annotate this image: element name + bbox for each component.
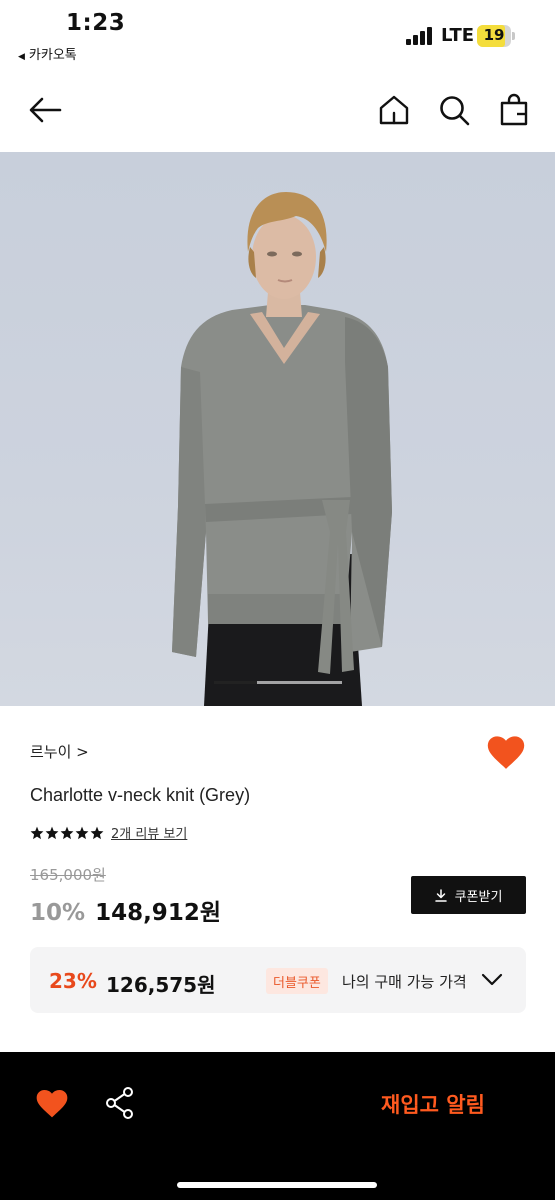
star-icon — [45, 826, 59, 839]
star-rating — [30, 826, 104, 840]
bottom-wishlist-button[interactable] — [36, 1089, 68, 1119]
heart-icon — [36, 1090, 68, 1118]
discount-rate: 10% — [30, 900, 86, 926]
gallery-pagination — [214, 681, 342, 684]
product-name: Charlotte v-neck knit (Grey) — [30, 785, 251, 805]
my-discount-rate: 23% — [49, 969, 97, 993]
battery-icon: 19 — [477, 25, 515, 47]
cellular-signal-icon — [406, 27, 436, 45]
home-indicator[interactable] — [177, 1182, 377, 1188]
brand-link[interactable]: 르누이 > — [30, 741, 89, 762]
network-type: LTE — [441, 25, 475, 46]
gallery-pagination-active — [214, 681, 257, 684]
price-row: 10% 148,912원 — [30, 893, 221, 927]
home-icon — [379, 95, 409, 125]
top-navigation — [0, 80, 555, 140]
search-button[interactable] — [436, 92, 472, 128]
status-bar: 1:23 ◀ 카카오톡 LTE 19 — [0, 0, 555, 70]
star-icon — [75, 826, 89, 839]
search-icon — [440, 96, 470, 126]
home-button[interactable] — [376, 92, 412, 128]
star-icon — [60, 826, 74, 839]
restock-alert-button[interactable]: 재입고 알림 — [381, 1089, 485, 1119]
get-coupon-button[interactable]: 쿠폰받기 — [411, 876, 526, 914]
original-price: 165,000원 — [30, 866, 106, 884]
my-price-panel[interactable]: 23% 126,575원 더블쿠폰 나의 구매 가능 가격 — [30, 947, 526, 1013]
download-icon — [434, 888, 447, 902]
cart-button[interactable] — [496, 92, 532, 128]
back-arrow-icon — [29, 97, 62, 123]
back-triangle-icon: ◀ — [18, 52, 25, 62]
back-to-app-link[interactable]: ◀ 카카오톡 — [18, 44, 77, 63]
review-link[interactable]: 2개 리뷰 보기 — [111, 823, 187, 842]
back-app-label: 카카오톡 — [28, 48, 77, 63]
my-price: 126,575원 — [106, 973, 216, 997]
heart-icon — [487, 736, 525, 769]
battery-level: 19 — [483, 26, 505, 44]
star-icon — [90, 826, 104, 839]
wishlist-button[interactable] — [487, 735, 525, 771]
share-icon — [106, 1087, 133, 1119]
status-time: 1:23 — [66, 10, 126, 36]
get-coupon-label: 쿠폰받기 — [454, 889, 503, 905]
shopping-bag-icon — [500, 93, 528, 126]
star-icon — [30, 826, 44, 839]
product-image-gallery[interactable] — [0, 152, 555, 706]
my-price-label: 나의 구매 가능 가격 — [342, 973, 467, 991]
product-photo — [172, 192, 392, 706]
share-button[interactable] — [104, 1086, 136, 1120]
double-coupon-badge: 더블쿠폰 — [266, 968, 328, 994]
sale-price: 148,912원 — [95, 900, 221, 926]
rating-row: 2개 리뷰 보기 — [30, 823, 187, 842]
bottom-action-bar: 재입고 알림 — [0, 1052, 555, 1200]
chevron-down-icon[interactable] — [481, 973, 503, 987]
back-button[interactable] — [27, 92, 63, 128]
